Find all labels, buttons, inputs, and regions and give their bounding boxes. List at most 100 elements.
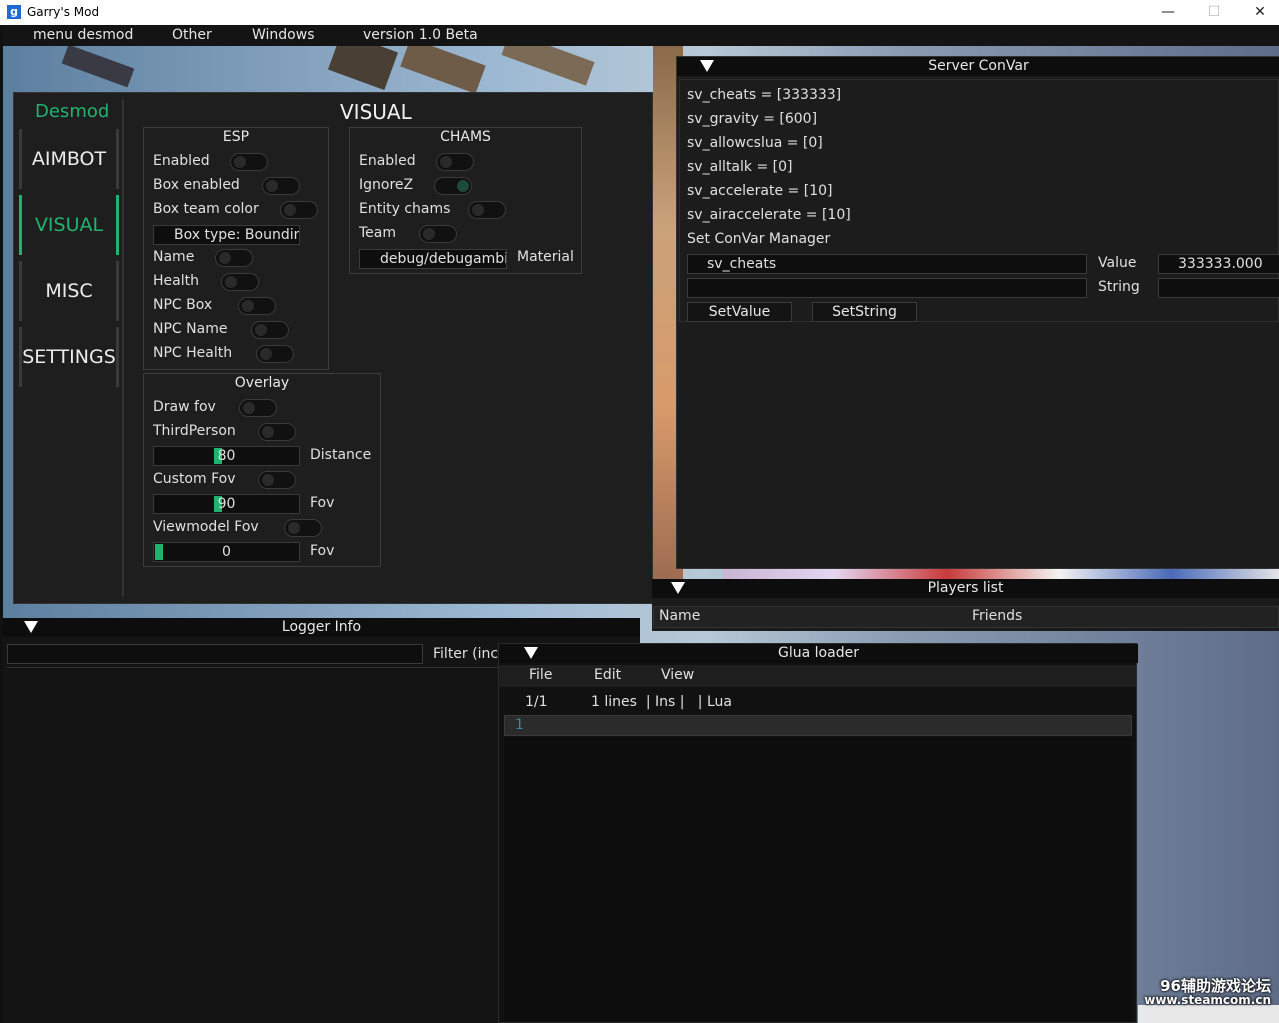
window-titlebar: g Garry's Mod — ☐ ✕ <box>0 0 1279 25</box>
menu-other[interactable]: Other <box>172 27 212 43</box>
fov-value: 90 <box>217 496 236 512</box>
app-icon: g <box>7 5 21 19</box>
menu-desmod[interactable]: menu desmod <box>33 27 133 43</box>
fov-slider[interactable]: 90 <box>153 494 300 514</box>
glua-menu-view[interactable]: View <box>661 667 694 683</box>
chams-ignorez-toggle[interactable] <box>434 177 472 195</box>
esp-box-team-color-toggle[interactable] <box>280 201 318 219</box>
material-label: Material <box>517 249 574 265</box>
convar-line: sv_accelerate = [10] <box>687 183 833 199</box>
collapse-icon[interactable] <box>24 621 38 633</box>
nav-visual[interactable]: VISUAL <box>19 195 119 255</box>
glua-menubar: File Edit View <box>499 665 1136 687</box>
esp-health-label: Health <box>153 273 199 289</box>
viewmodel-value: 0 <box>222 544 231 560</box>
collapse-icon[interactable] <box>524 647 538 659</box>
convar-line: sv_gravity = [600] <box>687 111 818 127</box>
nav-aimbot[interactable]: AIMBOT <box>19 129 119 189</box>
esp-npc-health-toggle[interactable] <box>256 345 294 363</box>
third-person-toggle[interactable] <box>258 423 296 441</box>
menubar: menu desmod Other Windows version 1.0 Be… <box>3 26 1279 46</box>
esp-npc-name-toggle[interactable] <box>251 321 289 339</box>
esp-title: ESP <box>222 129 250 145</box>
convar-line: sv_airaccelerate = [10] <box>687 207 851 223</box>
viewmodel-fov-toggle[interactable] <box>284 519 322 537</box>
box-type-select[interactable]: Box type: Boundin <box>153 225 300 245</box>
draw-fov-label: Draw fov <box>153 399 216 415</box>
filter-label: Filter (inc. <box>433 646 503 662</box>
scene-debris <box>327 46 399 91</box>
convar-list: sv_cheats = [333333] sv_gravity = [600] … <box>679 79 1279 322</box>
code-editor-line[interactable]: 1 <box>504 715 1132 736</box>
brand-title: Desmod <box>35 101 110 122</box>
chams-ignorez-label: IgnoreZ <box>359 177 414 193</box>
glua-menu-edit[interactable]: Edit <box>594 667 621 683</box>
col-name[interactable]: Name <box>659 608 700 624</box>
code-editor[interactable] <box>504 737 1132 1022</box>
players-list-title: Players list <box>927 580 1004 596</box>
close-icon[interactable]: ✕ <box>1243 2 1277 22</box>
chams-entity-label: Entity chams <box>359 201 451 217</box>
esp-enabled-toggle[interactable] <box>230 153 268 171</box>
nav-misc-label: MISC <box>45 280 93 302</box>
material-input[interactable]: debug/debugambi <box>359 249 507 269</box>
players-list-header[interactable]: Players list <box>652 579 1279 598</box>
chams-team-toggle[interactable] <box>419 225 457 243</box>
esp-box-enabled-toggle[interactable] <box>262 177 300 195</box>
logger-title: Logger Info <box>281 619 362 635</box>
logger-filter-input[interactable] <box>7 644 423 664</box>
glua-status-position: 1/1 <box>525 694 548 710</box>
players-list-window: Players list Name Friends <box>652 579 1279 631</box>
viewmodel-slider[interactable]: 0 <box>153 542 300 562</box>
logger-header[interactable]: Logger Info <box>3 618 640 637</box>
esp-health-toggle[interactable] <box>221 273 259 291</box>
collapse-icon[interactable] <box>671 582 685 594</box>
distance-label: Distance <box>310 447 372 463</box>
window-title: Garry's Mod <box>27 5 100 19</box>
overlay-title: Overlay <box>234 375 290 391</box>
third-person-label: ThirdPerson <box>153 423 236 439</box>
minimize-icon[interactable]: — <box>1151 2 1185 22</box>
collapse-icon[interactable] <box>700 60 714 72</box>
convar-name-input[interactable]: sv_cheats <box>687 254 1087 274</box>
convar-string-value-input[interactable] <box>1158 278 1279 298</box>
col-friends[interactable]: Friends <box>972 608 1022 624</box>
menu-version[interactable]: version 1.0 Beta <box>363 27 478 43</box>
esp-box-team-color-label: Box team color <box>153 201 259 217</box>
custom-fov-toggle[interactable] <box>258 471 296 489</box>
chams-team-label: Team <box>359 225 397 241</box>
distance-value: 80 <box>217 448 236 464</box>
players-table-header: Name Friends <box>653 606 1279 628</box>
viewmodel-fov-unit-label: Fov <box>310 543 335 559</box>
esp-group: ESP Enabled Box enabled Box team color B… <box>143 127 329 370</box>
convar-string-input[interactable] <box>687 278 1087 298</box>
maximize-icon[interactable]: ☐ <box>1197 2 1231 22</box>
convar-value-input[interactable]: 333333.000 <box>1158 254 1279 274</box>
esp-name-toggle[interactable] <box>215 249 253 267</box>
scene-debris <box>501 46 595 86</box>
esp-npc-box-label: NPC Box <box>153 297 213 313</box>
server-convar-header[interactable]: Server ConVar <box>677 57 1279 76</box>
draw-fov-toggle[interactable] <box>239 399 277 417</box>
distance-slider[interactable]: 80 <box>153 446 300 466</box>
glua-header[interactable]: Glua loader <box>499 644 1138 663</box>
fov-label: Fov <box>310 495 335 511</box>
watermark-line2: www.steamcom.cn <box>1144 993 1271 1007</box>
chams-enabled-toggle[interactable] <box>436 153 474 171</box>
line-number: 1 <box>515 717 524 733</box>
setstring-button[interactable]: SetString <box>812 302 917 322</box>
esp-name-label: Name <box>153 249 195 265</box>
esp-npc-box-toggle[interactable] <box>238 297 276 315</box>
menu-windows[interactable]: Windows <box>252 27 315 43</box>
nav-settings[interactable]: SETTINGS <box>19 327 119 387</box>
nav-misc[interactable]: MISC <box>19 261 119 321</box>
glua-status-info: 1 lines | Ins | | Lua <box>591 694 732 710</box>
scene-debris <box>400 46 486 94</box>
convar-line: sv_allowcslua = [0] <box>687 135 823 151</box>
chams-entity-toggle[interactable] <box>468 201 506 219</box>
setvalue-button[interactable]: SetValue <box>687 302 792 322</box>
overlay-group: Overlay Draw fov ThirdPerson 80 Distance… <box>143 373 381 567</box>
desmod-panel: Desmod VISUAL AIMBOT VISUAL MISC SETTING… <box>13 92 653 604</box>
glua-menu-file[interactable]: File <box>529 667 552 683</box>
convar-line: sv_alltalk = [0] <box>687 159 793 175</box>
